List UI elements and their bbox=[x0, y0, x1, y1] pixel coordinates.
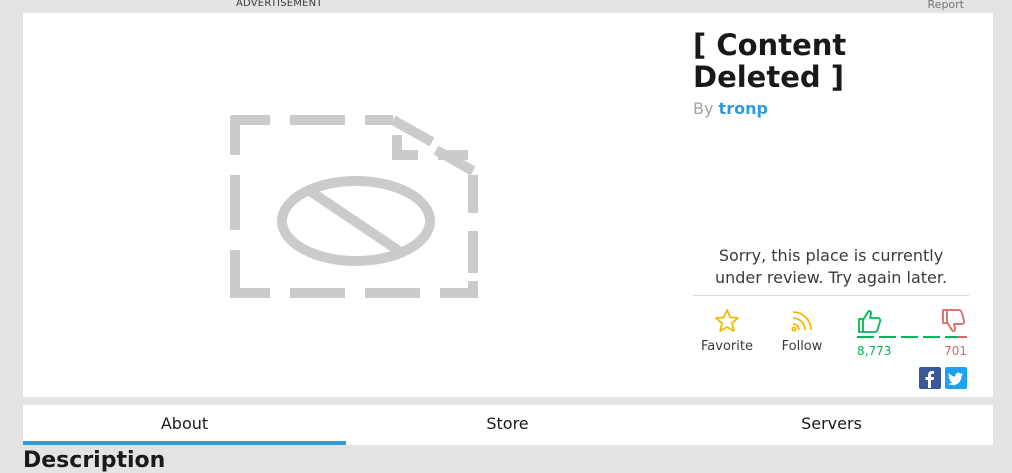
tab-servers[interactable]: Servers bbox=[670, 405, 993, 445]
thumbs-down-icon[interactable] bbox=[940, 308, 966, 334]
by-label: By bbox=[693, 99, 714, 118]
upvote-count: 8,773 bbox=[857, 344, 892, 358]
tab-about[interactable]: About bbox=[23, 405, 346, 445]
divider bbox=[693, 295, 969, 296]
favorite-label: Favorite bbox=[701, 339, 753, 354]
content-deleted-thumbnail-icon bbox=[230, 115, 478, 298]
game-title: [ Content Deleted ] bbox=[693, 28, 847, 94]
advertisement-label: ADVERTISEMENT bbox=[236, 0, 323, 9]
game-info: [ Content Deleted ] By tronp bbox=[693, 29, 973, 118]
twitter-share-button[interactable] bbox=[945, 367, 967, 389]
tab-store[interactable]: Store bbox=[346, 405, 669, 445]
facebook-icon bbox=[925, 371, 935, 388]
vote-ratio-bar bbox=[857, 336, 967, 338]
thumbs-up-icon[interactable] bbox=[856, 308, 882, 334]
game-details-card: [ Content Deleted ] By tronp Sorry, this… bbox=[23, 13, 993, 397]
game-tabs: About Store Servers bbox=[23, 405, 993, 445]
downvote-count: 701 bbox=[944, 344, 967, 358]
top-bar: ADVERTISEMENT Report bbox=[0, 0, 1012, 13]
creator-link[interactable]: tronp bbox=[719, 99, 768, 118]
rss-feed-icon bbox=[791, 311, 812, 332]
creator-byline: By tronp bbox=[693, 99, 973, 118]
review-message: Sorry, this place is currently under rev… bbox=[714, 246, 948, 287]
favorite-button[interactable]: Favorite bbox=[700, 308, 754, 354]
facebook-share-button[interactable] bbox=[919, 367, 941, 389]
report-link[interactable]: Report bbox=[928, 0, 964, 11]
twitter-icon bbox=[948, 372, 963, 386]
follow-label: Follow bbox=[781, 339, 823, 354]
follow-button[interactable]: Follow bbox=[777, 308, 827, 354]
star-icon bbox=[715, 309, 739, 332]
description-heading: Description bbox=[23, 448, 166, 473]
